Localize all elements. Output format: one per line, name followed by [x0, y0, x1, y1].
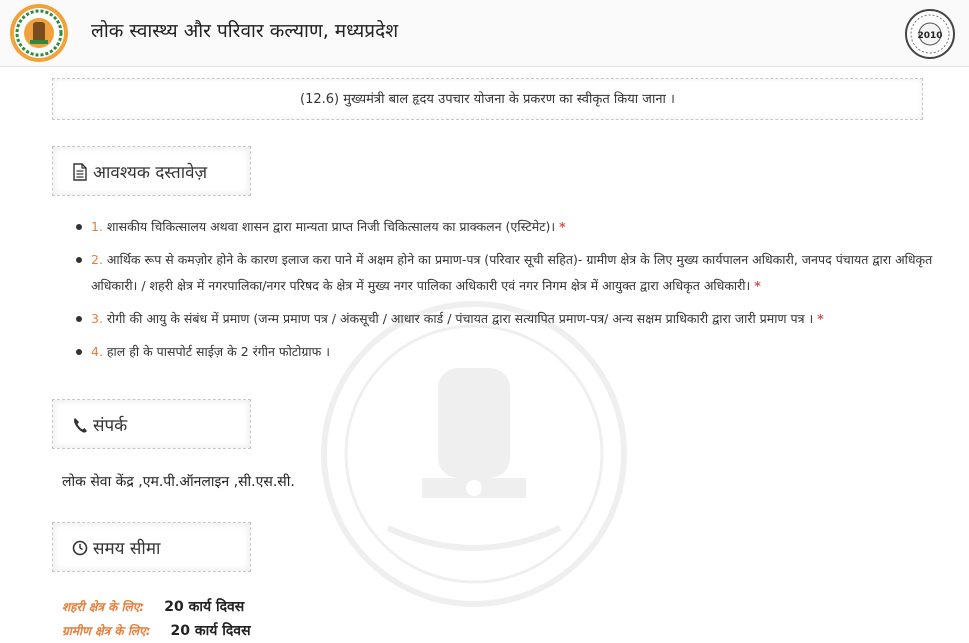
timeline-heading-box: समय सीमा	[52, 522, 251, 572]
document-item: 4. हाल ही के पासपोर्ट साईज़ के 2 रंगीन फ…	[74, 339, 954, 365]
mp-govt-emblem-icon	[10, 4, 68, 62]
site-title: लोक स्वास्थ्य और परिवार कल्याण, मध्यप्रद…	[91, 20, 399, 42]
document-item: 3. रोगी की आयु के संबंध में प्रमाण (जन्म…	[74, 306, 954, 332]
urban-timeline-label: शहरी क्षेत्र के लिए:	[62, 600, 145, 614]
scheme-title: (12.6) मुख्यमंत्री बाल हृदय उपचार योजना …	[300, 92, 675, 107]
rural-timeline-row: ग्रामीण क्षेत्र के लिए: 20 कार्य दिवस	[62, 620, 251, 640]
contact-heading: संपर्क	[93, 416, 128, 436]
urban-timeline-value: 20 कार्य दिवस	[164, 599, 245, 615]
document-icon	[73, 163, 87, 181]
urban-timeline-row: शहरी क्षेत्र के लिए: 20 कार्य दिवस	[62, 596, 244, 616]
seal-year: 2010	[917, 31, 942, 41]
documents-heading: आवश्यक दस्तावेज़	[93, 163, 208, 183]
phone-icon	[74, 418, 87, 433]
documents-list: 1. शासकीय चिकित्सालय अथवा शासन द्वारा मा…	[74, 214, 954, 372]
public-service-guarantee-seal-icon: 2010	[905, 9, 955, 59]
clock-icon	[72, 540, 88, 556]
documents-heading-box: आवश्यक दस्तावेज़	[52, 146, 251, 196]
rural-timeline-value: 20 कार्य दिवस	[170, 623, 251, 639]
scheme-title-box: (12.6) मुख्यमंत्री बाल हृदय उपचार योजना …	[52, 78, 923, 120]
timeline-heading: समय सीमा	[93, 539, 161, 559]
document-item: 1. शासकीय चिकित्सालय अथवा शासन द्वारा मा…	[74, 214, 954, 240]
contact-heading-box: संपर्क	[52, 399, 251, 449]
page-header: लोक स्वास्थ्य और परिवार कल्याण, मध्यप्रद…	[0, 0, 969, 67]
rural-timeline-label: ग्रामीण क्षेत्र के लिए:	[62, 624, 151, 638]
contact-text: लोक सेवा केंद्र ,एम.पी.ऑनलाइन ,सी.एस.सी.	[62, 474, 295, 490]
document-item: 2. आर्थिक रूप से कमज़ोर होने के कारण इला…	[74, 247, 954, 299]
